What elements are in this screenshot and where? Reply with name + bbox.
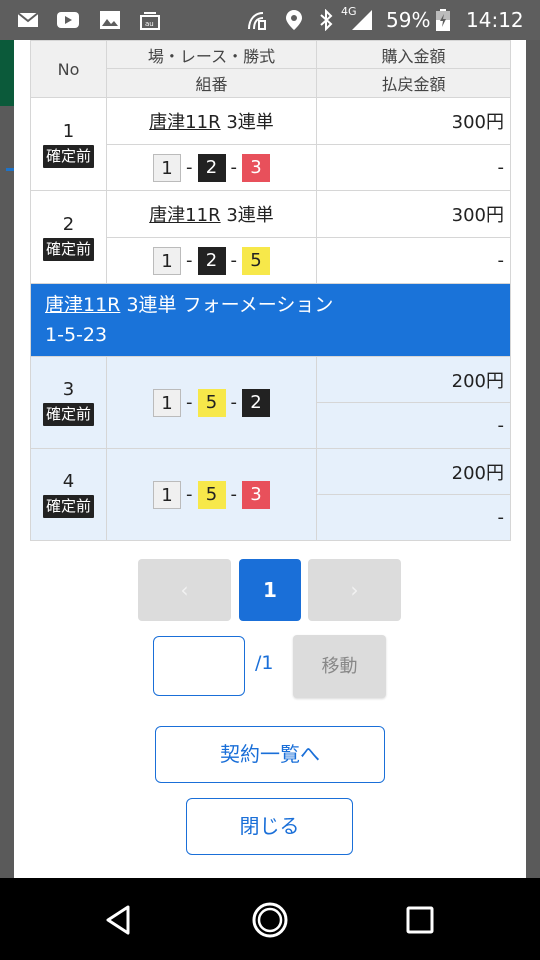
separator: - — [230, 392, 238, 413]
navigation-bar — [0, 878, 540, 960]
separator: - — [186, 392, 193, 413]
race-link[interactable]: 唐津11R — [149, 205, 220, 226]
status-bar: au 4G 59% 14:12 — [0, 0, 540, 40]
boat-number: 1 — [153, 246, 181, 275]
location-icon — [286, 10, 302, 30]
bet-detail-modal: No 場・レース・勝式 購入金額 組番 払戻金額 1 確定前 唐津11R 3連単… — [14, 40, 526, 878]
purchase-amount: 300円 — [316, 190, 511, 238]
separator: - — [186, 484, 193, 505]
table-row: 4 確定前 1- 5- 3 200円 — [30, 448, 511, 541]
youtube-icon — [57, 12, 79, 28]
row-number: 1 — [62, 120, 75, 142]
race-link[interactable]: 唐津11R — [149, 112, 220, 133]
svg-text:au: au — [145, 20, 154, 28]
separator: - — [230, 157, 238, 178]
bet-table: No 場・レース・勝式 購入金額 組番 払戻金額 1 確定前 唐津11R 3連単… — [30, 40, 511, 541]
purchase-amount: 200円 — [316, 448, 511, 495]
status-badge: 確定前 — [42, 403, 94, 426]
move-button[interactable]: 移動 — [293, 635, 386, 698]
boat-number: 2 — [242, 388, 270, 417]
header-venue-race-type: 場・レース・勝式 — [106, 40, 317, 69]
separator: - — [230, 250, 238, 271]
boat-number: 5 — [197, 480, 226, 509]
contract-list-button[interactable]: 契約一覧へ — [155, 726, 385, 783]
battery-icon — [436, 9, 450, 31]
separator: - — [230, 484, 238, 505]
header-no: No — [30, 40, 107, 98]
status-badge: 確定前 — [42, 237, 94, 261]
page-number-input[interactable] — [153, 636, 245, 696]
combination: 1- 5- 2 — [107, 388, 316, 417]
boat-number: 3 — [242, 153, 270, 182]
row-number: 4 — [62, 471, 75, 492]
formation-header: 唐津11R 3連単 フォーメーション 1-5-23 — [30, 283, 511, 357]
payout-amount: - — [316, 237, 511, 284]
combination: 1- 5- 3 — [107, 480, 316, 509]
bluetooth-icon — [320, 9, 333, 31]
prev-page-button[interactable]: ‹ — [138, 559, 231, 621]
status-badge: 確定前 — [42, 495, 94, 518]
nfc-icon — [248, 12, 266, 30]
close-button[interactable]: 閉じる — [186, 798, 353, 855]
formation-race-link[interactable]: 唐津11R — [45, 294, 120, 316]
separator: - — [186, 157, 193, 178]
payout-amount: - — [316, 494, 511, 541]
boat-number: 3 — [242, 480, 270, 509]
header-payout-amount: 払戻金額 — [316, 68, 511, 98]
home-icon[interactable] — [250, 900, 290, 940]
purchase-amount: 200円 — [316, 356, 511, 403]
boat-number: 2 — [197, 153, 226, 182]
bet-type: 3連単 — [226, 205, 274, 226]
boat-number: 5 — [242, 246, 270, 275]
payout-amount: - — [316, 402, 511, 449]
separator: - — [186, 250, 193, 271]
row-number: 3 — [62, 379, 75, 400]
recent-apps-icon[interactable] — [400, 900, 440, 940]
table-row: 1 確定前 唐津11R 3連単 300円 — [30, 97, 511, 191]
formation-title: 3連単 フォーメーション — [126, 294, 334, 316]
boat-number: 1 — [153, 480, 181, 509]
table-row: 2 確定前 唐津11R 3連単 300円 — [30, 190, 511, 284]
current-page-button[interactable]: 1 — [239, 559, 301, 621]
boat-number: 1 — [153, 388, 181, 417]
formation-pattern: 1-5-23 — [45, 324, 108, 346]
purchase-amount: 300円 — [316, 97, 511, 145]
battery-percent: 59% — [386, 8, 431, 32]
boat-number: 2 — [197, 246, 226, 275]
image-icon — [100, 11, 120, 29]
status-badge: 確定前 — [42, 144, 94, 168]
background-page-accent — [6, 168, 14, 171]
next-page-button[interactable]: › — [308, 559, 401, 621]
mail-icon — [17, 12, 39, 27]
clock: 14:12 — [466, 8, 524, 32]
signal-icon — [352, 10, 372, 30]
au-wallet-icon: au — [140, 12, 160, 30]
back-icon[interactable] — [100, 900, 140, 940]
page-total: /1 — [255, 652, 274, 674]
bet-type: 3連単 — [226, 112, 274, 133]
table-row: 3 確定前 1- 5- 2 200円 — [30, 356, 511, 449]
header-purchase-amount: 購入金額 — [316, 40, 511, 69]
boat-number: 5 — [197, 388, 226, 417]
combination: 1- 2- 3 — [107, 153, 316, 182]
header-combination: 組番 — [106, 68, 317, 98]
payout-amount: - — [316, 144, 511, 191]
row-number: 2 — [62, 213, 75, 235]
boat-number: 1 — [153, 153, 181, 182]
combination: 1- 2- 5 — [107, 246, 316, 275]
background-page-strip — [0, 40, 14, 106]
